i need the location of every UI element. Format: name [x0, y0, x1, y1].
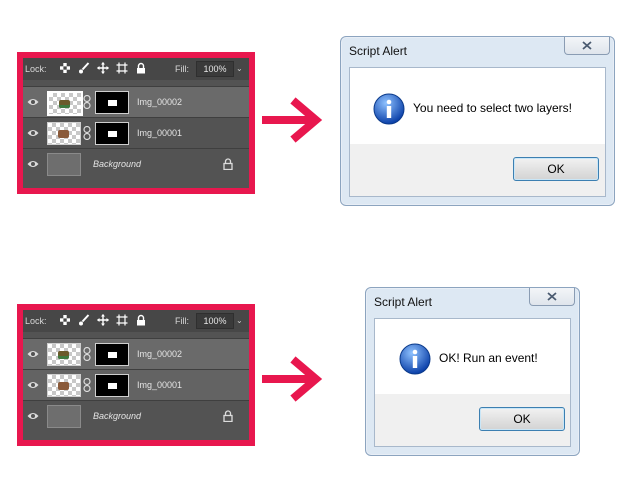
- layer-thumbnail[interactable]: [47, 122, 81, 145]
- lock-transparent-pixels-icon[interactable]: [59, 314, 71, 326]
- right-arrow-icon: [262, 356, 328, 402]
- layer-row-img-00001[interactable]: Img_00001: [23, 117, 249, 148]
- lock-position-icon[interactable]: [97, 62, 109, 74]
- lock-transparent-pixels-icon[interactable]: [59, 62, 71, 74]
- dialog-footer: OK: [350, 144, 605, 196]
- fill-input[interactable]: 100%: [196, 61, 234, 77]
- dialog-footer: OK: [375, 394, 570, 446]
- eye-icon[interactable]: [27, 96, 39, 108]
- lock-artboard-icon[interactable]: [116, 62, 128, 74]
- lock-toolbar: Lock: Fill: 100% ⌄: [23, 310, 249, 332]
- fill-label: Fill:: [175, 316, 189, 326]
- layer-name[interactable]: Background: [93, 159, 141, 169]
- lock-image-pixels-icon[interactable]: [78, 62, 90, 74]
- layer-name[interactable]: Background: [93, 411, 141, 421]
- layer-row-background[interactable]: Background: [23, 400, 249, 431]
- layers-panel-frame-bottom: Lock: Fill: 100% ⌄ Img_00002 Img_00001 B…: [17, 304, 255, 446]
- layer-row-img-00002[interactable]: Img_00002: [23, 338, 249, 369]
- info-icon: [399, 343, 431, 375]
- lock-position-icon[interactable]: [97, 314, 109, 326]
- lock-all-icon[interactable]: [135, 62, 147, 74]
- layer-lock-icon: [223, 410, 233, 422]
- lock-all-icon[interactable]: [135, 314, 147, 326]
- dialog-body: You need to select two layers! OK: [349, 67, 606, 197]
- info-icon: [373, 93, 405, 125]
- dialog-message: You need to select two layers!: [413, 101, 572, 115]
- close-button[interactable]: [564, 37, 610, 55]
- layer-thumbnail[interactable]: [47, 153, 81, 176]
- layer-mask-thumbnail[interactable]: [95, 374, 129, 397]
- fill-input[interactable]: 100%: [196, 313, 234, 329]
- layer-name[interactable]: Img_00002: [137, 349, 182, 359]
- eye-icon[interactable]: [27, 127, 39, 139]
- dialog-title: Script Alert: [349, 44, 408, 58]
- fill-dropdown-arrow-icon[interactable]: ⌄: [236, 316, 243, 325]
- dialog-body: OK! Run an event! OK: [374, 318, 571, 447]
- lock-icons: [59, 62, 147, 74]
- dialog-title: Script Alert: [374, 295, 433, 309]
- lock-icons: [59, 314, 147, 326]
- eye-icon[interactable]: [27, 379, 39, 391]
- lock-toolbar: Lock: Fill: 100% ⌄: [23, 58, 249, 80]
- layer-mask-thumbnail[interactable]: [95, 91, 129, 114]
- lock-image-pixels-icon[interactable]: [78, 314, 90, 326]
- layers-panel-bottom: Lock: Fill: 100% ⌄ Img_00002 Img_00001 B…: [23, 310, 249, 440]
- layer-thumbnail[interactable]: [47, 343, 81, 366]
- close-button[interactable]: [529, 288, 575, 306]
- layers-panel-frame-top: Lock: Fill: 100% ⌄ Img_00002 Img_00001 B…: [17, 52, 255, 194]
- layer-name[interactable]: Img_00001: [137, 128, 182, 138]
- layer-thumbnail[interactable]: [47, 374, 81, 397]
- eye-icon[interactable]: [27, 410, 39, 422]
- layer-name[interactable]: Img_00002: [137, 97, 182, 107]
- link-chain-icon[interactable]: [83, 95, 91, 109]
- lock-label: Lock:: [25, 64, 47, 74]
- ok-button[interactable]: OK: [479, 407, 565, 431]
- layer-mask-thumbnail[interactable]: [95, 343, 129, 366]
- lock-artboard-icon[interactable]: [116, 314, 128, 326]
- layers-panel-top: Lock: Fill: 100% ⌄ Img_00002 Img_00001 B…: [23, 58, 249, 188]
- layer-thumbnail[interactable]: [47, 91, 83, 116]
- layer-row-img-00002[interactable]: Img_00002: [23, 86, 249, 117]
- layer-thumbnail[interactable]: [47, 405, 81, 428]
- link-chain-icon[interactable]: [83, 378, 91, 392]
- lock-label: Lock:: [25, 316, 47, 326]
- layer-lock-icon: [223, 158, 233, 170]
- layer-row-background[interactable]: Background: [23, 148, 249, 179]
- script-alert-dialog-top: Script Alert You need to select two laye…: [340, 36, 615, 206]
- fill-dropdown-arrow-icon[interactable]: ⌄: [236, 64, 243, 73]
- link-chain-icon[interactable]: [83, 126, 91, 140]
- ok-button[interactable]: OK: [513, 157, 599, 181]
- dialog-message: OK! Run an event!: [439, 351, 538, 365]
- eye-icon[interactable]: [27, 348, 39, 360]
- fill-label: Fill:: [175, 64, 189, 74]
- eye-icon[interactable]: [27, 158, 39, 170]
- layer-row-img-00001[interactable]: Img_00001: [23, 369, 249, 400]
- layer-mask-thumbnail[interactable]: [95, 122, 129, 145]
- right-arrow-icon: [262, 97, 328, 143]
- script-alert-dialog-bottom: Script Alert OK! Run an event! OK: [365, 287, 580, 456]
- link-chain-icon[interactable]: [83, 347, 91, 361]
- layer-name[interactable]: Img_00001: [137, 380, 182, 390]
